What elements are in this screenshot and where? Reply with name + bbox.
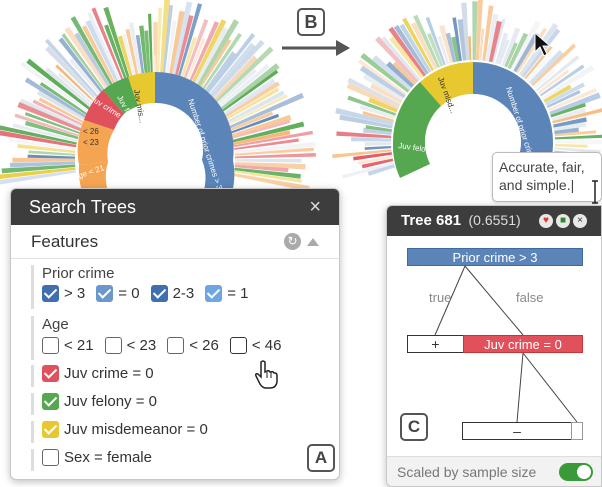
feature-juv-felony[interactable]: Juv felony = 0 xyxy=(31,393,157,415)
option-age-lt21[interactable]: < 21 xyxy=(42,337,94,354)
option-label: Juv crime = 0 xyxy=(64,365,154,382)
sunburst-left-label-26: < 26 xyxy=(83,127,99,136)
feature-juv-misdemeanor[interactable]: Juv misdemeanor = 0 xyxy=(31,421,208,443)
option-label: < 26 xyxy=(189,337,219,354)
close-icon[interactable]: × xyxy=(573,214,587,228)
transition-arrow-icon xyxy=(282,40,350,56)
checkbox-juv-felony[interactable] xyxy=(42,393,59,410)
feature-group-age: Age < 21 < 23 < 26 < 46 xyxy=(31,316,293,360)
checkbox-age-lt21[interactable] xyxy=(42,337,59,354)
scaled-by-sample-size-toggle[interactable] xyxy=(559,462,593,481)
feature-group-prior-crime: Prior crime > 3 = 0 2-3 = 1 xyxy=(31,265,260,309)
option-label: = 1 xyxy=(227,285,249,302)
marker-a: A xyxy=(307,444,335,472)
checkbox-juv-crime[interactable] xyxy=(42,365,59,382)
tooltip-line-1: Accurate, fair, xyxy=(499,159,585,175)
checkbox-prior-eq1[interactable] xyxy=(205,285,223,302)
option-label: = 0 xyxy=(118,285,140,302)
annotation-tooltip[interactable]: Accurate, fair, and simple.| xyxy=(492,152,602,202)
tree-score: (0.6551) xyxy=(468,212,521,228)
tree-detail-panel: Tree 681 (0.6551) ♥ ■ × Prior crime > 3 … xyxy=(386,205,602,487)
text-cursor-icon xyxy=(592,180,598,204)
close-icon[interactable]: × xyxy=(309,196,321,219)
option-label: < 23 xyxy=(126,337,157,354)
tree-panel-header: Tree 681 (0.6551) ♥ ■ × xyxy=(387,206,601,236)
sunburst-segment xyxy=(234,158,302,163)
favorite-heart-icon[interactable]: ♥ xyxy=(539,214,553,228)
sunburst-segment xyxy=(554,143,588,148)
collapse-icon[interactable] xyxy=(307,237,319,246)
tree-leaf-small[interactable] xyxy=(571,422,583,440)
marker-b: B xyxy=(297,8,325,36)
sunburst-segment xyxy=(364,145,392,151)
checkbox-age-lt26[interactable] xyxy=(167,337,185,354)
option-label: Juv misdemeanor = 0 xyxy=(64,421,208,438)
features-controls: ↻ xyxy=(284,233,319,250)
feature-sex-female[interactable]: Sex = female xyxy=(31,449,152,471)
search-panel-title: Search Trees xyxy=(29,196,137,217)
search-trees-panel: Search Trees × Features ↻ Prior crime > … xyxy=(10,188,340,480)
checkbox-prior-eq0[interactable] xyxy=(96,285,114,302)
option-age-lt23[interactable]: < 23 xyxy=(104,337,157,354)
tree-node-juv-crime[interactable]: Juv crime = 0 xyxy=(463,335,583,353)
group-label-prior-crime: Prior crime xyxy=(42,265,115,282)
tree-diagram: Prior crime > 3 true false + Juv crime =… xyxy=(387,236,601,458)
option-prior-gt3[interactable]: > 3 xyxy=(42,285,85,302)
option-age-lt26[interactable]: < 26 xyxy=(167,337,219,354)
option-prior-2-3[interactable]: 2-3 xyxy=(150,285,195,302)
features-header: Features ↻ xyxy=(11,225,339,259)
option-prior-eq0[interactable]: = 0 xyxy=(96,285,140,302)
option-label: > 3 xyxy=(64,285,86,302)
sunburst-left[interactable]: Number of prior crimes > 3 Juv mis... Ju… xyxy=(0,0,330,200)
checkbox-age-lt46[interactable] xyxy=(229,337,247,354)
option-label: < 46 xyxy=(251,337,282,354)
group-label-age: Age xyxy=(42,316,69,333)
tree-panel-footer: Scaled by sample size xyxy=(387,456,601,486)
tree-leaf-positive[interactable]: + xyxy=(407,335,464,353)
marker-c: C xyxy=(400,413,428,441)
search-panel-header: Search Trees × xyxy=(11,189,339,225)
tree-panel-actions: ♥ ■ × xyxy=(539,214,587,228)
checkbox-sex-female[interactable] xyxy=(42,449,59,466)
sunburst-left-label-23: < 23 xyxy=(83,138,99,147)
option-label: Sex = female xyxy=(64,449,152,466)
edge-label-true: true xyxy=(429,290,452,305)
tree-panel-heading: Tree 681 (0.6551) xyxy=(401,212,521,230)
tree-leaf-negative[interactable]: – xyxy=(462,422,572,440)
option-prior-eq1[interactable]: = 1 xyxy=(205,285,249,302)
feature-juv-crime[interactable]: Juv crime = 0 xyxy=(31,365,154,387)
checkbox-juv-misdemeanor[interactable] xyxy=(42,421,59,438)
comment-icon[interactable]: ■ xyxy=(556,214,570,228)
sunburst-segment xyxy=(554,139,602,145)
tree-node-root[interactable]: Prior crime > 3 xyxy=(407,248,583,266)
checkbox-prior-gt3[interactable] xyxy=(42,285,59,302)
sunburst-segment xyxy=(12,157,76,163)
features-label: Features xyxy=(31,231,99,251)
option-label: 2-3 xyxy=(172,285,195,302)
edge-label-false: false xyxy=(516,290,544,305)
hand-cursor-icon xyxy=(255,360,278,389)
checkbox-prior-2-3[interactable] xyxy=(150,285,168,302)
option-label: < 21 xyxy=(64,337,94,354)
sunburst-segment xyxy=(364,142,392,146)
tree-title: Tree 681 xyxy=(401,212,462,229)
checkbox-age-lt23[interactable] xyxy=(104,337,122,354)
option-label: Juv felony = 0 xyxy=(64,393,157,410)
tooltip-line-2: and simple.| xyxy=(499,177,575,193)
reset-icon[interactable]: ↻ xyxy=(284,233,301,250)
mouse-pointer-icon xyxy=(534,32,551,57)
option-age-lt46[interactable]: < 46 xyxy=(229,337,282,354)
scaled-by-sample-size-label: Scaled by sample size xyxy=(397,463,537,480)
